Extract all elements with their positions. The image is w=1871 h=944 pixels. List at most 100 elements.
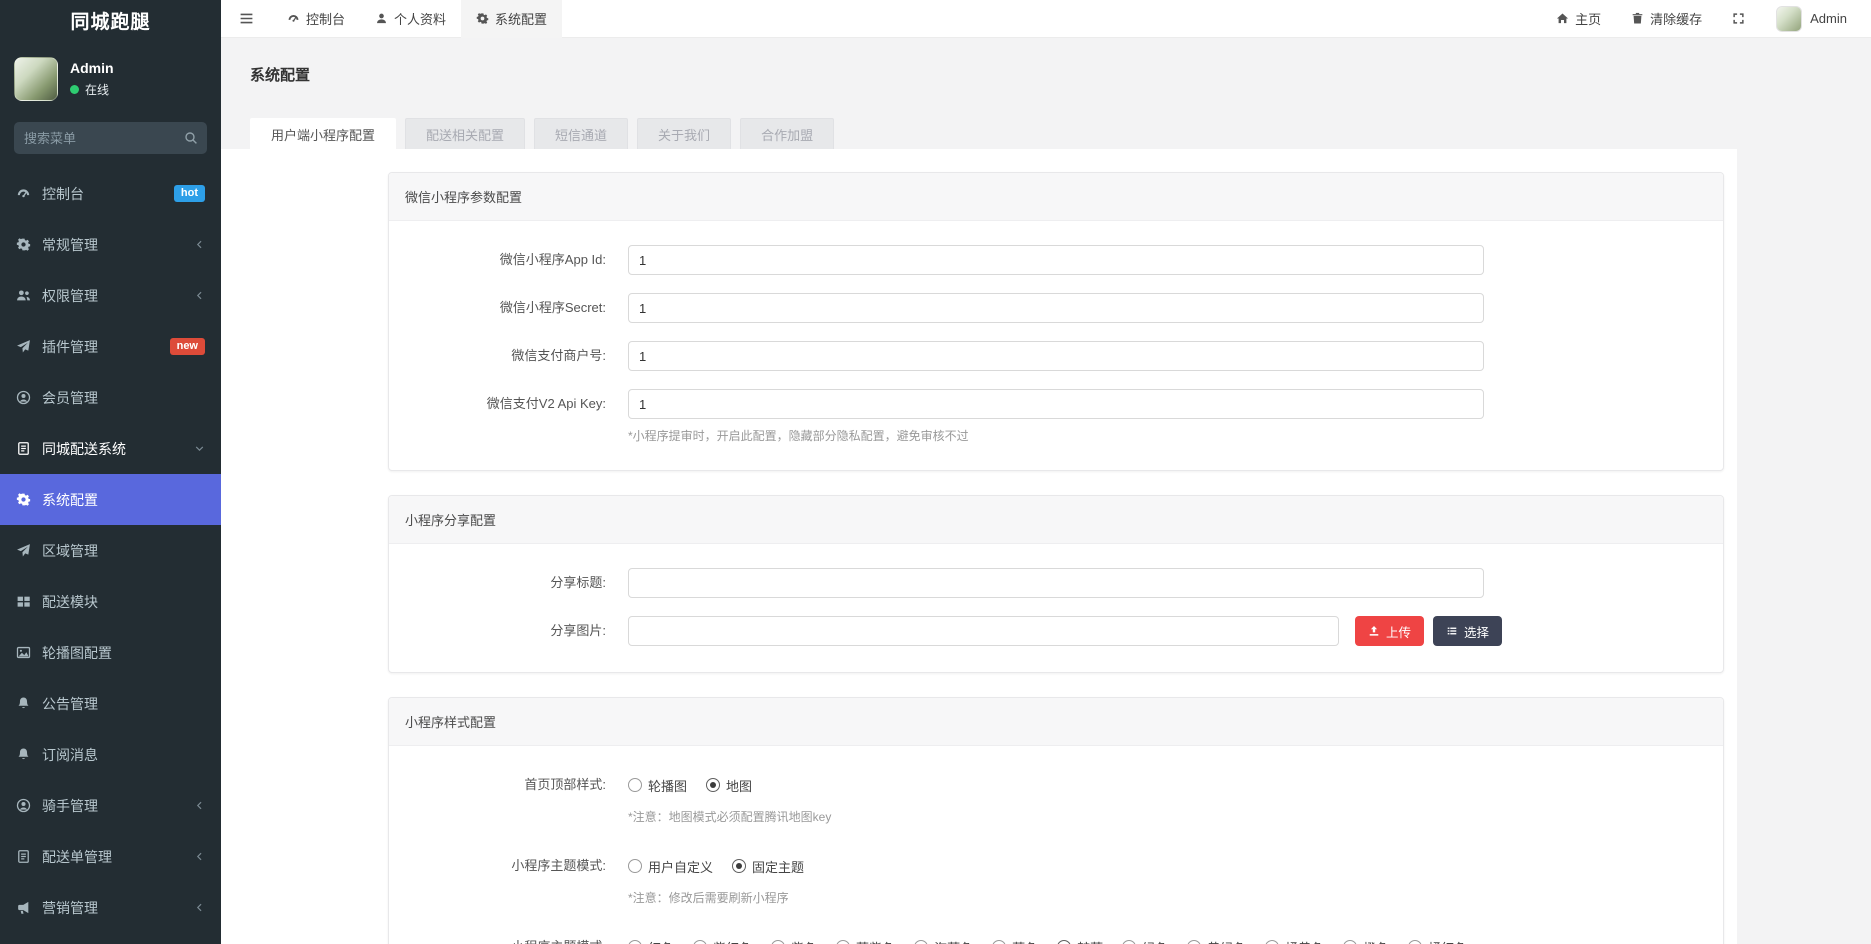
- field-input[interactable]: [628, 341, 1484, 371]
- form-row: 小程序主题模式: 用户自定义 固定主题 *注意：修改后需要刷新小程序: [389, 851, 1723, 906]
- sidebar-item-5[interactable]: 同城配送系统: [0, 423, 221, 474]
- radio-option[interactable]: 橙色: [1343, 938, 1389, 944]
- config-card-0: 微信小程序参数配置微信小程序App Id: 微信小程序Secret: 微信支付商户号…: [388, 172, 1724, 471]
- navbar-right-item-2[interactable]: [1717, 0, 1766, 38]
- field-input[interactable]: [628, 568, 1484, 598]
- field-note: *小程序提审时，开启此配置，隐藏部分隐私配置，避免审核不过: [628, 429, 969, 443]
- sidebar-item-4[interactable]: 会员管理: [0, 372, 221, 423]
- navbar-left-item-0[interactable]: 控制台: [272, 0, 360, 38]
- sidebar-item-label: 公告管理: [42, 695, 98, 712]
- sidebar-item-13[interactable]: 配送单管理: [0, 831, 221, 882]
- radio-option[interactable]: 绿色: [1122, 938, 1168, 944]
- radio-checked-icon: [1057, 940, 1072, 944]
- radio-option[interactable]: 紫色: [771, 938, 817, 944]
- sidebar-item-label: 常规管理: [42, 236, 98, 253]
- radio-option[interactable]: 地图: [706, 776, 752, 795]
- field-input[interactable]: [628, 389, 1484, 419]
- sidebar-item-2[interactable]: 权限管理: [0, 270, 221, 321]
- radio-label: 海蓝色: [934, 938, 973, 944]
- navbar-user-menu[interactable]: Admin: [1776, 5, 1847, 32]
- sidebar-item-3[interactable]: 插件管理 new: [0, 321, 221, 372]
- file-list-icon: [16, 441, 31, 456]
- gear-icon: [16, 492, 31, 507]
- gauge-icon: [16, 186, 31, 201]
- radio-label: 用户自定义: [648, 859, 714, 875]
- field-label: 小程序主题模式:: [389, 932, 618, 944]
- navbar-right-item-0[interactable]: 主页: [1541, 0, 1616, 38]
- navbar-left: 控制台 个人资料 系统配置: [272, 0, 563, 38]
- radio-label: 蓝紫色: [856, 938, 895, 944]
- radio-option[interactable]: 蓝色: [992, 938, 1038, 944]
- sidebar-item-14[interactable]: 营销管理: [0, 882, 221, 933]
- sidebar-item-label: 权限管理: [42, 287, 98, 304]
- field-label: 微信小程序Secret:: [499, 300, 606, 315]
- chevron-left-icon: [194, 902, 205, 913]
- users-icon: [16, 288, 31, 303]
- home-icon: [1556, 12, 1569, 25]
- list-icon: [1446, 625, 1458, 637]
- tab-1[interactable]: 配送相关配置: [405, 118, 526, 149]
- field-label: 分享标题:: [550, 575, 606, 590]
- content-area: 系统配置 用户端小程序配置 配送相关配置 短信通道 关于我们 合作加盟 微信小程序参数配…: [221, 38, 1871, 944]
- sidebar-item-11[interactable]: 订阅消息: [0, 729, 221, 780]
- field-label: 微信支付商户号:: [511, 348, 606, 363]
- sidebar-item-label: 配送模块: [42, 593, 98, 610]
- paper-plane-icon: [16, 339, 31, 354]
- field-note: *注意：地图模式必须配置腾讯地图key: [628, 810, 832, 824]
- radio-label: 绿色: [1142, 938, 1168, 944]
- radio-option[interactable]: 用户自定义: [628, 857, 713, 876]
- sidebar-item-label: 轮播图配置: [42, 644, 112, 661]
- radio-option[interactable]: 靛蓝: [1057, 938, 1103, 944]
- navbar-item-label: 个人资料: [394, 12, 447, 27]
- choose-button[interactable]: 选择: [1433, 616, 1503, 646]
- card-title: 小程序样式配置: [389, 698, 1723, 746]
- sidebar-item-6[interactable]: 系统配置: [0, 474, 221, 525]
- chevron-left-icon: [194, 239, 205, 250]
- field-label: 微信支付V2 Api Key:: [486, 396, 606, 411]
- radio-label: 紫色: [791, 938, 817, 944]
- radio-option[interactable]: 紫红色: [693, 938, 752, 944]
- tab-2[interactable]: 短信通道: [534, 118, 629, 149]
- user-status-label: 在线: [85, 83, 110, 97]
- card-title: 微信小程序参数配置: [389, 173, 1723, 221]
- radio-option[interactable]: 蓝紫色: [836, 938, 895, 944]
- field-input[interactable]: [628, 293, 1484, 323]
- radio-option[interactable]: 固定主题: [732, 857, 804, 876]
- field-input[interactable]: [628, 616, 1339, 646]
- sidebar-search: [14, 122, 207, 154]
- radio-unchecked-icon: [992, 940, 1007, 944]
- radio-label: 紫红色: [713, 938, 752, 944]
- form-row: 小程序主题模式: 红色 紫红色 紫色 蓝紫色 海蓝色 蓝色 靛蓝 绿色 黄绿色 橘黄色 橙色 橘红色: [389, 932, 1723, 944]
- upload-button[interactable]: 上传: [1355, 616, 1425, 646]
- radio-option[interactable]: 橘红色: [1408, 938, 1467, 944]
- radio-option[interactable]: 海蓝色: [914, 938, 973, 944]
- navbar-left-item-2[interactable]: 系统配置: [461, 0, 563, 38]
- tab-4[interactable]: 合作加盟: [740, 118, 835, 149]
- tab-0[interactable]: 用户端小程序配置: [250, 118, 397, 149]
- radio-option[interactable]: 轮播图: [628, 776, 687, 795]
- field-note: *注意：修改后需要刷新小程序: [628, 891, 789, 905]
- form-row: 微信支付V2 Api Key: *小程序提审时，开启此配置，隐藏部分隐私配置，避免…: [389, 389, 1723, 444]
- sidebar-item-7[interactable]: 区域管理: [0, 525, 221, 576]
- sidebar-item-12[interactable]: 骑手管理: [0, 780, 221, 831]
- radio-label: 轮播图: [648, 778, 688, 794]
- sidebar-item-9[interactable]: 轮播图配置: [0, 627, 221, 678]
- tab-bar: 用户端小程序配置 配送相关配置 短信通道 关于我们 合作加盟: [250, 118, 1871, 149]
- sidebar-search-input[interactable]: [14, 122, 207, 154]
- tab-3[interactable]: 关于我们: [637, 118, 732, 149]
- radio-option[interactable]: 黄绿色: [1187, 938, 1246, 944]
- sidebar-toggle-button[interactable]: [221, 0, 272, 38]
- radio-unchecked-icon: [771, 940, 786, 944]
- navbar-left-item-1[interactable]: 个人资料: [360, 0, 461, 38]
- sidebar-item-0[interactable]: 控制台 hot: [0, 168, 221, 219]
- user-icon: [375, 12, 388, 25]
- sidebar-item-8[interactable]: 配送模块: [0, 576, 221, 627]
- radio-option[interactable]: 橘黄色: [1265, 938, 1324, 944]
- sidebar-item-1[interactable]: 常规管理: [0, 219, 221, 270]
- navbar-item-label: 主页: [1575, 12, 1602, 27]
- radio-unchecked-icon: [628, 859, 642, 873]
- field-input[interactable]: [628, 245, 1484, 275]
- navbar-right-item-1[interactable]: 清除缓存: [1616, 0, 1717, 38]
- sidebar-item-10[interactable]: 公告管理: [0, 678, 221, 729]
- radio-option[interactable]: 红色: [628, 938, 674, 944]
